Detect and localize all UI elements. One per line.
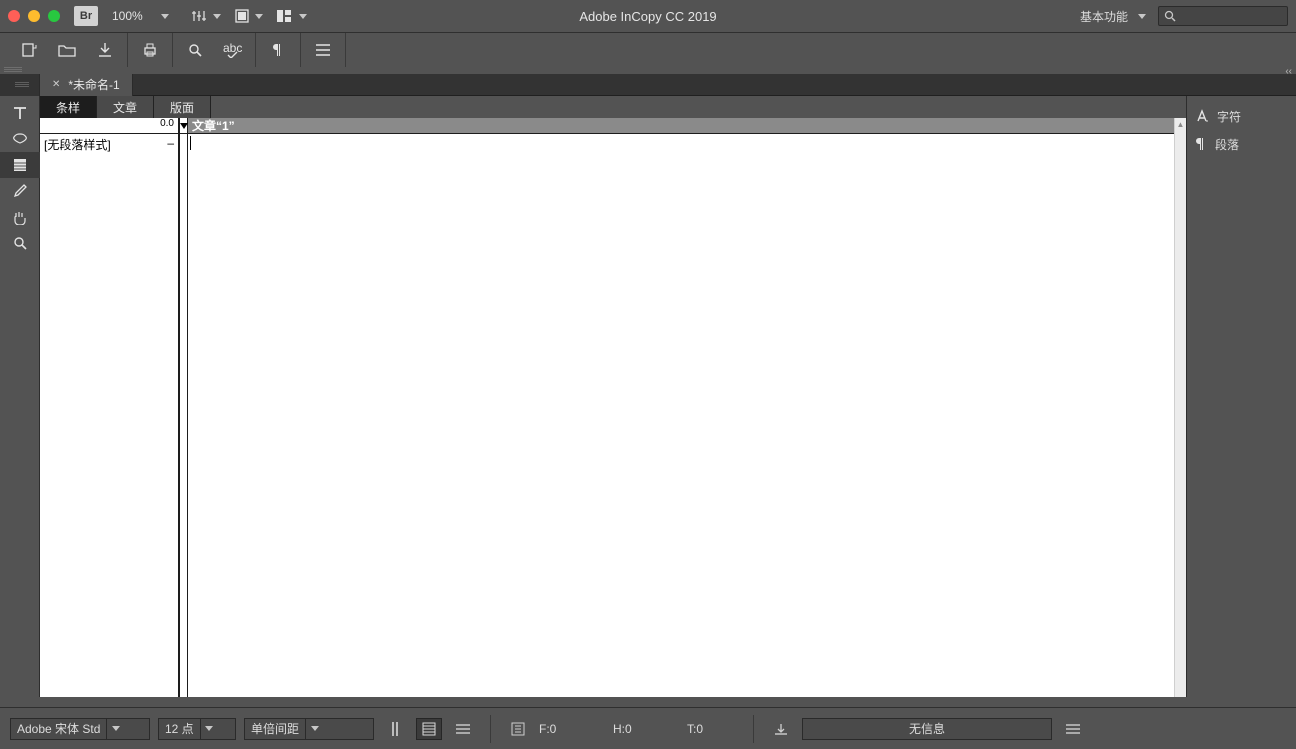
readout-t: T:0 (687, 722, 739, 736)
app-toolbar: abc (0, 32, 1296, 66)
chevron-down-icon (112, 726, 120, 731)
chevron-down-icon (311, 726, 319, 731)
story-header: 文章“1” (188, 118, 1174, 134)
font-size-value: 12 点 (159, 720, 200, 737)
view-options-group (191, 9, 307, 23)
tab-galley[interactable]: 条样 (40, 96, 97, 118)
leading-select[interactable]: 单倍间距 (244, 718, 374, 740)
svg-text:abc: abc (223, 42, 242, 55)
panel-paragraph[interactable]: 段落 (1187, 130, 1296, 158)
search-input[interactable] (1158, 6, 1288, 26)
collapse-panels-icon[interactable]: ‹‹ (1285, 66, 1292, 74)
chevron-down-icon (161, 14, 169, 19)
text-page: 文章“1” (188, 118, 1174, 707)
panel-label: 段落 (1215, 136, 1239, 153)
workspace-select[interactable]: 基本功能 (1080, 8, 1146, 25)
view-mode-tabs: 条样 文章 版面 (40, 96, 1186, 118)
status-field[interactable]: 无信息 (802, 718, 1052, 740)
minimize-window-icon[interactable] (28, 10, 40, 22)
readouts: F:0 H:0 T:0 (539, 722, 739, 736)
pilcrow-button[interactable] (259, 33, 297, 67)
style-column: 0.0 [无段落样式] – (40, 118, 180, 707)
window-controls (8, 10, 60, 22)
close-tab-icon[interactable]: ✕ (52, 79, 60, 90)
position-tool[interactable] (0, 152, 40, 178)
font-size-select[interactable]: 12 点 (158, 718, 236, 740)
save-button[interactable] (86, 33, 124, 67)
chevron-down-icon (299, 14, 307, 19)
bottom-bar: Adobe 宋体 Std 12 点 单倍间距 F:0 H:0 T:0 无信息 (0, 707, 1296, 749)
workspace-label: 基本功能 (1080, 8, 1128, 25)
maximize-window-icon[interactable] (48, 10, 60, 22)
text-editor[interactable] (188, 134, 1174, 707)
view-option-3[interactable] (277, 10, 307, 22)
chevron-down-icon (213, 14, 221, 19)
find-button[interactable] (176, 33, 214, 67)
leading-value: 单倍间距 (245, 720, 305, 737)
chevron-down-icon (205, 726, 213, 731)
character-icon (1195, 109, 1209, 123)
panel-grip-row: ‹‹ (0, 66, 1296, 74)
panel-character[interactable]: 字符 (1187, 102, 1296, 130)
triangle-down-icon (180, 123, 188, 129)
type-tool[interactable] (0, 100, 40, 126)
search-icon (1164, 10, 1176, 22)
chevron-down-icon (1138, 14, 1146, 19)
tools-panel (0, 96, 40, 707)
zoom-value: 100% (112, 9, 143, 23)
column-single-button[interactable] (382, 718, 408, 740)
chevron-down-icon (255, 14, 263, 19)
menu-button[interactable] (304, 33, 342, 67)
document-tab-label: *未命名-1 (68, 76, 119, 93)
scroll-up-icon[interactable]: ▲ (1175, 118, 1186, 130)
eyedropper-tool[interactable] (0, 178, 40, 204)
bridge-button[interactable]: Br (74, 6, 98, 26)
hand-tool[interactable] (0, 204, 40, 230)
font-family-value: Adobe 宋体 Std (11, 720, 106, 737)
ruler-value: 0.0 (40, 118, 178, 134)
text-cursor-icon (190, 136, 191, 150)
page-body: 0.0 [无段落样式] – 文章“1” ▲ (40, 118, 1186, 707)
paragraph-icon (1195, 137, 1207, 151)
paragraph-style-row[interactable]: [无段落样式] – (40, 134, 178, 155)
baseline-icon[interactable] (768, 718, 794, 740)
tab-layout[interactable]: 版面 (154, 96, 211, 118)
document-tab[interactable]: ✕ *未命名-1 (40, 74, 133, 96)
view-option-1[interactable] (191, 9, 221, 23)
gutter-toggle[interactable] (180, 118, 187, 134)
panel-label: 字符 (1217, 108, 1241, 125)
status-text: 无信息 (909, 720, 945, 737)
zoom-tool[interactable] (0, 230, 40, 256)
right-dock: 字符 段落 (1186, 96, 1296, 707)
app-title: Adobe InCopy CC 2019 (579, 9, 716, 24)
close-window-icon[interactable] (8, 10, 20, 22)
document-area: 条样 文章 版面 0.0 [无段落样式] – 文章“1” (40, 96, 1186, 707)
panel-menu-2[interactable] (1060, 718, 1086, 740)
grip-icon[interactable] (15, 82, 29, 88)
paragraph-style-dash: – (167, 136, 174, 153)
new-doc-button[interactable] (10, 33, 48, 67)
print-button[interactable] (131, 33, 169, 67)
panel-menu-1[interactable] (450, 718, 476, 740)
readout-f: F:0 (539, 722, 591, 736)
vertical-scrollbar[interactable]: ▲ (1174, 118, 1186, 707)
font-family-select[interactable]: Adobe 宋体 Std (10, 718, 150, 740)
document-tab-bar: ✕ *未命名-1 (0, 74, 1296, 96)
view-option-2[interactable] (235, 9, 263, 23)
main-area: 条样 文章 版面 0.0 [无段落样式] – 文章“1” (0, 96, 1296, 707)
stats-icon[interactable] (505, 718, 531, 740)
open-button[interactable] (48, 33, 86, 67)
title-bar: Br 100% Adobe InCopy CC 2019 基本功能 (0, 0, 1296, 32)
tab-story[interactable]: 文章 (97, 96, 154, 118)
paragraph-style-name: [无段落样式] (44, 136, 111, 153)
zoom-level-select[interactable]: 100% (112, 9, 169, 23)
spellcheck-button[interactable]: abc (214, 33, 252, 67)
note-tool[interactable] (0, 126, 40, 152)
gutter (180, 118, 188, 707)
column-double-button[interactable] (416, 718, 442, 740)
grip-icon[interactable] (4, 67, 22, 73)
readout-h: H:0 (613, 722, 665, 736)
